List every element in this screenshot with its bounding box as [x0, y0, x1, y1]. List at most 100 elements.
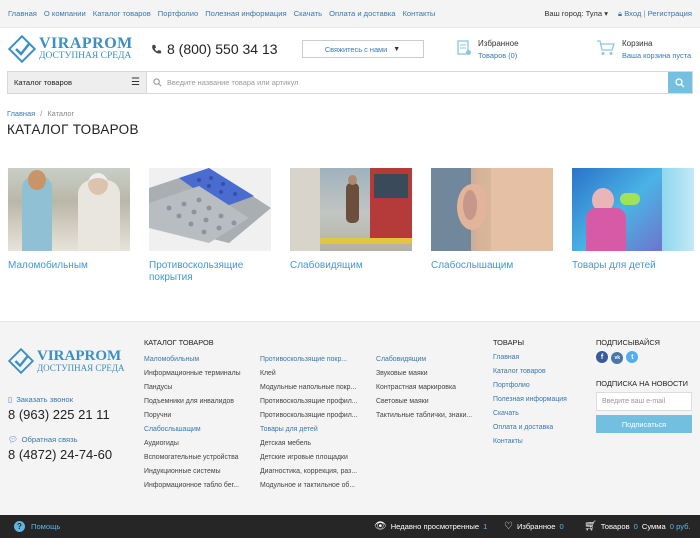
topnav-home[interactable]: Главная	[8, 9, 37, 18]
footer-subcat-link[interactable]: Контрастная маркировка	[376, 381, 480, 395]
newsletter-email-input[interactable]: Введите ваш e-mail	[596, 392, 692, 411]
footer-link-payment[interactable]: Оплата и доставка	[493, 421, 589, 435]
footer-subcat-link[interactable]: Вспомогательные устройства	[144, 451, 250, 465]
favorites-count[interactable]: Товаров (0)	[478, 51, 519, 60]
footer-link-info[interactable]: Полезная информация	[493, 393, 589, 407]
topnav-payment[interactable]: Оплата и доставка	[329, 9, 395, 18]
footer-subcat-link[interactable]: Детская мебель	[260, 437, 366, 451]
footer-subcat-link[interactable]: Аудиогиды	[144, 437, 250, 451]
search-button[interactable]	[668, 72, 692, 93]
footer-link-home[interactable]: Главная	[493, 351, 589, 365]
footer-subcat-link[interactable]: Диагностика, коррекция, раз...	[260, 465, 366, 479]
breadcrumb-current: Каталог	[47, 109, 75, 118]
category-image-hearing-aid[interactable]	[431, 168, 553, 251]
topnav-about[interactable]: О компании	[44, 9, 86, 18]
facebook-icon[interactable]: f	[596, 351, 608, 363]
contact-us-label: Свяжитесь с нами	[324, 44, 388, 54]
catalog-menu-button[interactable]: Каталог товаров ☰	[8, 72, 147, 93]
top-bar: Главная О компании Каталог товаров Портф…	[0, 0, 700, 28]
category-image-floor-tiles[interactable]	[149, 168, 271, 251]
footer-subcat-link[interactable]: Световые маяки	[376, 395, 480, 409]
footer-subcat-link[interactable]: Индукционные системы	[144, 465, 250, 479]
search-input[interactable]: Введите название товара или артикул	[147, 72, 668, 93]
footer-subcat-link[interactable]: Детские игровые площадки	[260, 451, 366, 465]
cart-bar-button[interactable]: 🛒︎ Товаров 0 Сумма 0 руб.	[584, 521, 691, 532]
footer-phone-1[interactable]: 8 (963) 225 21 11	[8, 407, 110, 422]
cart-icon	[597, 40, 615, 55]
footer-logo[interactable]: VIRAPROM ДОСТУПНАЯ СРЕДА	[8, 348, 125, 374]
cart-title: Корзина	[622, 39, 653, 48]
footer-subcat-link[interactable]: Клей	[260, 367, 366, 381]
recent-label: Недавно просмотренные	[390, 522, 480, 531]
topnav-download[interactable]: Скачать	[294, 9, 322, 18]
footer-cat-link[interactable]: Слабослышащим	[144, 423, 250, 437]
category-label[interactable]: Маломобильным	[8, 260, 130, 272]
category-card[interactable]: Слабослышащим	[431, 168, 553, 284]
category-image-blind-man[interactable]	[290, 168, 412, 251]
topnav-catalog[interactable]: Каталог товаров	[93, 9, 151, 18]
footer-subcat-link[interactable]: Модульное и тактильное об...	[260, 479, 366, 493]
order-call-link[interactable]: ▯ Заказать звонок	[8, 395, 110, 404]
recently-viewed-button[interactable]: 👁︎ Недавно просмотренные 1	[374, 521, 487, 532]
footer-subcat-link[interactable]: Информационные терминалы	[144, 367, 250, 381]
footer-logo-text: VIRAPROM	[37, 348, 122, 364]
footer-cat-link[interactable]: Маломобильным	[144, 353, 250, 367]
register-link[interactable]: Регистрация	[648, 9, 692, 18]
contact-us-dropdown[interactable]: Свяжитесь с нами ▼	[301, 40, 424, 58]
footer-subcat-link[interactable]: Тактильные таблички, знаки...	[376, 409, 480, 423]
topnav-info[interactable]: Полезная информация	[205, 9, 286, 18]
footer-subcat-link[interactable]: Противоскользящие профил...	[260, 409, 366, 423]
footer-cat-link[interactable]: Товары для детей	[260, 423, 366, 437]
cart-block[interactable]: Корзина Ваша корзина пуста	[596, 39, 691, 60]
city-selector[interactable]: Ваш город: Тула ▾	[544, 9, 608, 18]
twitter-icon[interactable]: t	[626, 351, 639, 363]
category-card[interactable]: Противоскользящие покрытия	[149, 168, 271, 284]
footer-link-catalog[interactable]: Каталог товаров	[493, 365, 589, 379]
chevron-down-icon: ▼	[393, 45, 401, 53]
help-label: Помощь	[31, 522, 61, 531]
category-card[interactable]: Товары для детей	[572, 168, 694, 284]
category-label[interactable]: Товары для детей	[572, 260, 694, 272]
site-logo[interactable]: VIRAPROM ДОСТУПНАЯ СРЕДА	[8, 35, 146, 63]
footer-subcat-link[interactable]: Звуковые маяки	[376, 367, 480, 381]
cart-status[interactable]: Ваша корзина пуста	[622, 51, 691, 60]
favorites-bar-button[interactable]: ♡ Избранное 0	[504, 521, 564, 532]
category-card[interactable]: Слабовидящим	[290, 168, 412, 284]
footer-link-contacts[interactable]: Контакты	[493, 435, 589, 449]
footer-phone-2[interactable]: 8 (4872) 24-74-60	[8, 447, 112, 462]
subscribe-button[interactable]: Подписаться	[596, 415, 692, 433]
category-card[interactable]: Маломобильным	[8, 168, 130, 284]
footer-cat-link[interactable]: Слабовидящим	[376, 353, 480, 367]
footer-subcat-link[interactable]: Поручни	[144, 409, 250, 423]
breadcrumb-home[interactable]: Главная	[7, 109, 35, 118]
footer-subcat-link[interactable]: Модульные напольные покр...	[260, 381, 366, 395]
category-image-elderly-care[interactable]	[8, 168, 130, 251]
footer-subcat-link[interactable]: Пандусы	[144, 381, 250, 395]
footer-goods-links: Главная Каталог товаров Портфолио Полезн…	[493, 351, 589, 449]
floor-tiles-image	[149, 168, 271, 243]
category-label[interactable]: Слабовидящим	[290, 260, 412, 272]
chat-icon: 💬︎	[8, 435, 18, 444]
category-label[interactable]: Противоскользящие покрытия	[149, 260, 271, 284]
vk-icon[interactable]: vk	[611, 351, 624, 364]
logo-subtext: ДОСТУПНАЯ СРЕДА	[39, 51, 132, 62]
favorites-block[interactable]: Избранное Товаров (0)	[456, 39, 519, 60]
help-button[interactable]: ? Помощь	[14, 521, 60, 532]
city-value: Тула	[585, 9, 603, 18]
footer-subcat-link[interactable]: Противоскользящие профил...	[260, 395, 366, 409]
category-label[interactable]: Слабослышащим	[431, 260, 553, 272]
topnav-contacts[interactable]: Контакты	[403, 9, 436, 18]
footer-link-portfolio[interactable]: Портфолио	[493, 379, 589, 393]
footer-link-download[interactable]: Скачать	[493, 407, 589, 421]
feedback-link[interactable]: 💬︎ Обратная связь	[8, 435, 112, 444]
footer-cat-link[interactable]: Противоскользящие покр...	[260, 353, 366, 367]
category-image-child-play[interactable]	[572, 168, 694, 251]
header-phone: 8 (800) 550 34 13	[151, 41, 278, 57]
topnav-portfolio[interactable]: Портфолио	[158, 9, 198, 18]
login-link[interactable]: Вход	[624, 9, 641, 18]
cart-icon: 🛒︎	[584, 521, 597, 532]
phone-number[interactable]: 8 (800) 550 34 13	[167, 41, 278, 57]
footer-subcat-link[interactable]: Подъемники для инвалидов	[144, 395, 250, 409]
top-nav: Главная О компании Каталог товаров Портф…	[8, 9, 435, 18]
footer-subcat-link[interactable]: Информационное табло бег...	[144, 479, 250, 493]
